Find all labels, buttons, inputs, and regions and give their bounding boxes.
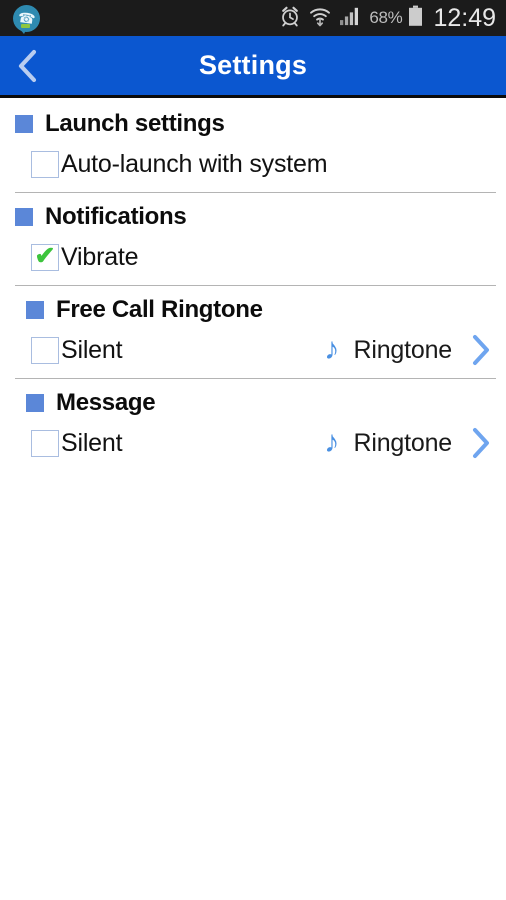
section-header: Launch settings xyxy=(0,106,506,142)
chevron-left-icon xyxy=(18,49,37,82)
checkbox-vibrate[interactable]: ✔ xyxy=(31,241,59,271)
section-title: Notifications xyxy=(45,203,187,230)
blue-square-bullet-icon xyxy=(15,208,33,226)
status-bar: ☎ 68% 12:49 xyxy=(0,0,506,36)
section-header: Free Call Ringtone xyxy=(0,292,506,328)
chevron-right-icon[interactable] xyxy=(468,426,494,460)
ringtone-picker-message[interactable]: ♪ Ringtone xyxy=(324,426,494,460)
row-message-ringtone[interactable]: Silent ♪ Ringtone xyxy=(0,421,506,465)
divider xyxy=(15,378,496,379)
blue-square-bullet-icon xyxy=(26,301,44,319)
ringtone-value-label: Ringtone xyxy=(353,335,453,364)
settings-list: Launch settings Auto-launch with system … xyxy=(0,98,506,465)
row-label: Silent xyxy=(61,428,123,457)
music-note-icon: ♪ xyxy=(324,331,340,366)
row-label: Auto-launch with system xyxy=(61,149,328,178)
app-header-bar: Settings xyxy=(0,36,506,98)
section-title: Free Call Ringtone xyxy=(56,296,263,323)
wifi-transfer-icon xyxy=(309,5,331,32)
status-bar-icons: 68% 12:49 xyxy=(279,4,506,33)
checkbox-silent-free-call[interactable] xyxy=(31,336,59,364)
blue-square-bullet-icon xyxy=(26,394,44,412)
section-title: Message xyxy=(56,389,156,416)
battery-icon xyxy=(408,5,423,32)
cellular-signal-icon xyxy=(339,6,361,31)
section-header: Notifications xyxy=(0,199,506,235)
app-icon-tag xyxy=(21,23,30,28)
row-free-call-ringtone[interactable]: Silent ♪ Ringtone xyxy=(0,328,506,372)
divider xyxy=(15,192,496,193)
blue-square-bullet-icon xyxy=(15,115,33,133)
status-clock: 12:49 xyxy=(433,3,496,32)
alarm-clock-icon xyxy=(279,5,301,32)
row-label: Vibrate xyxy=(61,242,139,271)
checkbox-silent-message[interactable] xyxy=(31,429,59,457)
checkbox-auto-launch[interactable] xyxy=(31,150,59,178)
section-header: Message xyxy=(0,385,506,421)
check-mark-icon: ✔ xyxy=(34,241,56,270)
section-free-call-ringtone: Free Call Ringtone Silent ♪ Ringtone xyxy=(0,292,506,379)
section-launch-settings: Launch settings Auto-launch with system xyxy=(0,106,506,193)
back-button[interactable] xyxy=(0,35,56,97)
section-message: Message Silent ♪ Ringtone xyxy=(0,385,506,465)
divider xyxy=(15,285,496,286)
row-vibrate[interactable]: ✔ Vibrate xyxy=(0,235,506,279)
app-notification-icon: ☎ xyxy=(13,4,40,34)
chevron-right-icon[interactable] xyxy=(468,333,494,367)
row-label: Silent xyxy=(61,335,123,364)
section-notifications: Notifications ✔ Vibrate xyxy=(0,199,506,286)
battery-percent-label: 68% xyxy=(369,8,403,27)
row-auto-launch[interactable]: Auto-launch with system xyxy=(0,142,506,186)
ringtone-picker-free-call[interactable]: ♪ Ringtone xyxy=(324,333,494,367)
ringtone-value-label: Ringtone xyxy=(353,428,453,457)
page-title: Settings xyxy=(198,50,308,80)
music-note-icon: ♪ xyxy=(324,424,340,459)
section-title: Launch settings xyxy=(45,110,225,137)
